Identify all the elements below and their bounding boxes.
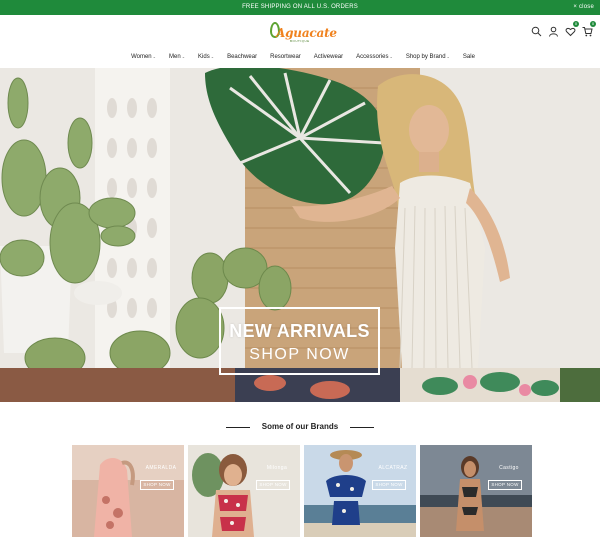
logo-wordmark: Aguacate — [276, 26, 337, 40]
chevron-down-icon: ⌄ — [389, 54, 393, 59]
nav-item-label: Men — [169, 54, 181, 60]
brand-photo — [72, 445, 184, 537]
nav-item-shop-by-brand[interactable]: Shop by Brand⌄ — [406, 47, 450, 67]
chevron-down-icon: ⌄ — [152, 54, 157, 59]
nav-item-accessories[interactable]: Accessories⌄ — [356, 47, 393, 67]
site-logo[interactable]: Aguacate BOUTIQUE — [270, 20, 337, 44]
brand-card-castigo[interactable]: Castigo SHOP NOW — [420, 445, 532, 537]
brand-logo: Milonga — [266, 465, 288, 471]
brands-heading: Some of our Brands — [0, 416, 600, 436]
wishlist-icon[interactable]: 0 — [565, 21, 579, 37]
chevron-down-icon: ⌄ — [181, 54, 186, 59]
nav-item-label: Beachwear — [227, 54, 258, 60]
nav-item-label: Sale — [462, 54, 475, 60]
hero-banner[interactable]: NEW ARRIVALS SHOP NOW — [0, 68, 600, 402]
nav-item-kids[interactable]: Kids⌄ — [198, 47, 214, 67]
brand-photo — [420, 445, 532, 537]
brand-shop-now-button[interactable]: SHOP NOW — [256, 480, 290, 490]
cart-count-badge: 0 — [590, 21, 596, 27]
nav-item-label: Shop by Brand — [405, 54, 446, 60]
brand-card-alcatraz[interactable]: ALCATRAZ SHOP NOW — [304, 445, 416, 537]
brand-logo: AMERALDA — [145, 465, 177, 471]
brands-title: Some of our Brands — [261, 422, 339, 431]
main-nav: Women⌄ Men⌄ Kids⌄ Beachwear Resortwear Active… — [0, 47, 600, 67]
nav-item-label: Accessories — [356, 54, 389, 60]
brand-shop-now-button[interactable]: SHOP NOW — [140, 480, 174, 490]
chevron-down-icon: ⌄ — [210, 54, 215, 59]
brand-photo — [304, 445, 416, 537]
brand-shop-now-button[interactable]: SHOP NOW — [488, 480, 522, 490]
header-icons: 0 0 — [531, 21, 596, 37]
wishlist-count-badge: 0 — [573, 21, 579, 27]
nav-item-sale[interactable]: Sale — [463, 47, 475, 67]
heading-divider-right — [350, 427, 374, 428]
brand-logo: Castigo — [499, 465, 519, 471]
nav-item-label: Women — [131, 54, 152, 60]
brand-logo: ALCATRAZ — [378, 465, 408, 471]
search-icon[interactable] — [531, 24, 542, 37]
nav-item-label: Kids — [198, 54, 210, 60]
nav-item-resortwear[interactable]: Resortwear — [270, 47, 301, 67]
cart-icon[interactable]: 0 — [582, 21, 596, 37]
chevron-down-icon: ⌄ — [446, 54, 450, 59]
promo-bar: FREE SHIPPING ON ALL U.S. ORDERS × close — [0, 0, 600, 15]
promo-close-label: close — [578, 4, 594, 10]
promo-message: FREE SHIPPING ON ALL U.S. ORDERS — [242, 4, 358, 10]
brand-photo — [188, 445, 300, 537]
promo-close-button[interactable]: × close — [573, 4, 594, 10]
nav-item-label: Resortwear — [270, 54, 301, 60]
nav-item-women[interactable]: Women⌄ — [131, 47, 156, 67]
brand-card-ameralda[interactable]: AMERALDA SHOP NOW — [72, 445, 184, 537]
brand-shop-now-button[interactable]: SHOP NOW — [372, 480, 406, 490]
nav-item-activewear[interactable]: Activewear — [314, 47, 343, 67]
brand-card-milonga[interactable]: Milonga SHOP NOW — [188, 445, 300, 537]
nav-list: Women⌄ Men⌄ Kids⌄ Beachwear Resortwear Active… — [0, 47, 600, 67]
hero-shop-now: SHOP NOW — [249, 346, 350, 363]
nav-item-label: Activewear — [313, 54, 344, 60]
nav-item-men[interactable]: Men⌄ — [169, 47, 185, 67]
hero-title: NEW ARRIVALS — [229, 321, 370, 341]
nav-item-beachwear[interactable]: Beachwear — [227, 47, 257, 67]
new-arrivals-cta[interactable]: NEW ARRIVALS SHOP NOW — [219, 307, 380, 375]
logo-subtitle: BOUTIQUE — [290, 39, 310, 43]
account-icon[interactable] — [548, 24, 559, 37]
site-header: Aguacate BOUTIQUE 0 0 — [0, 15, 600, 47]
